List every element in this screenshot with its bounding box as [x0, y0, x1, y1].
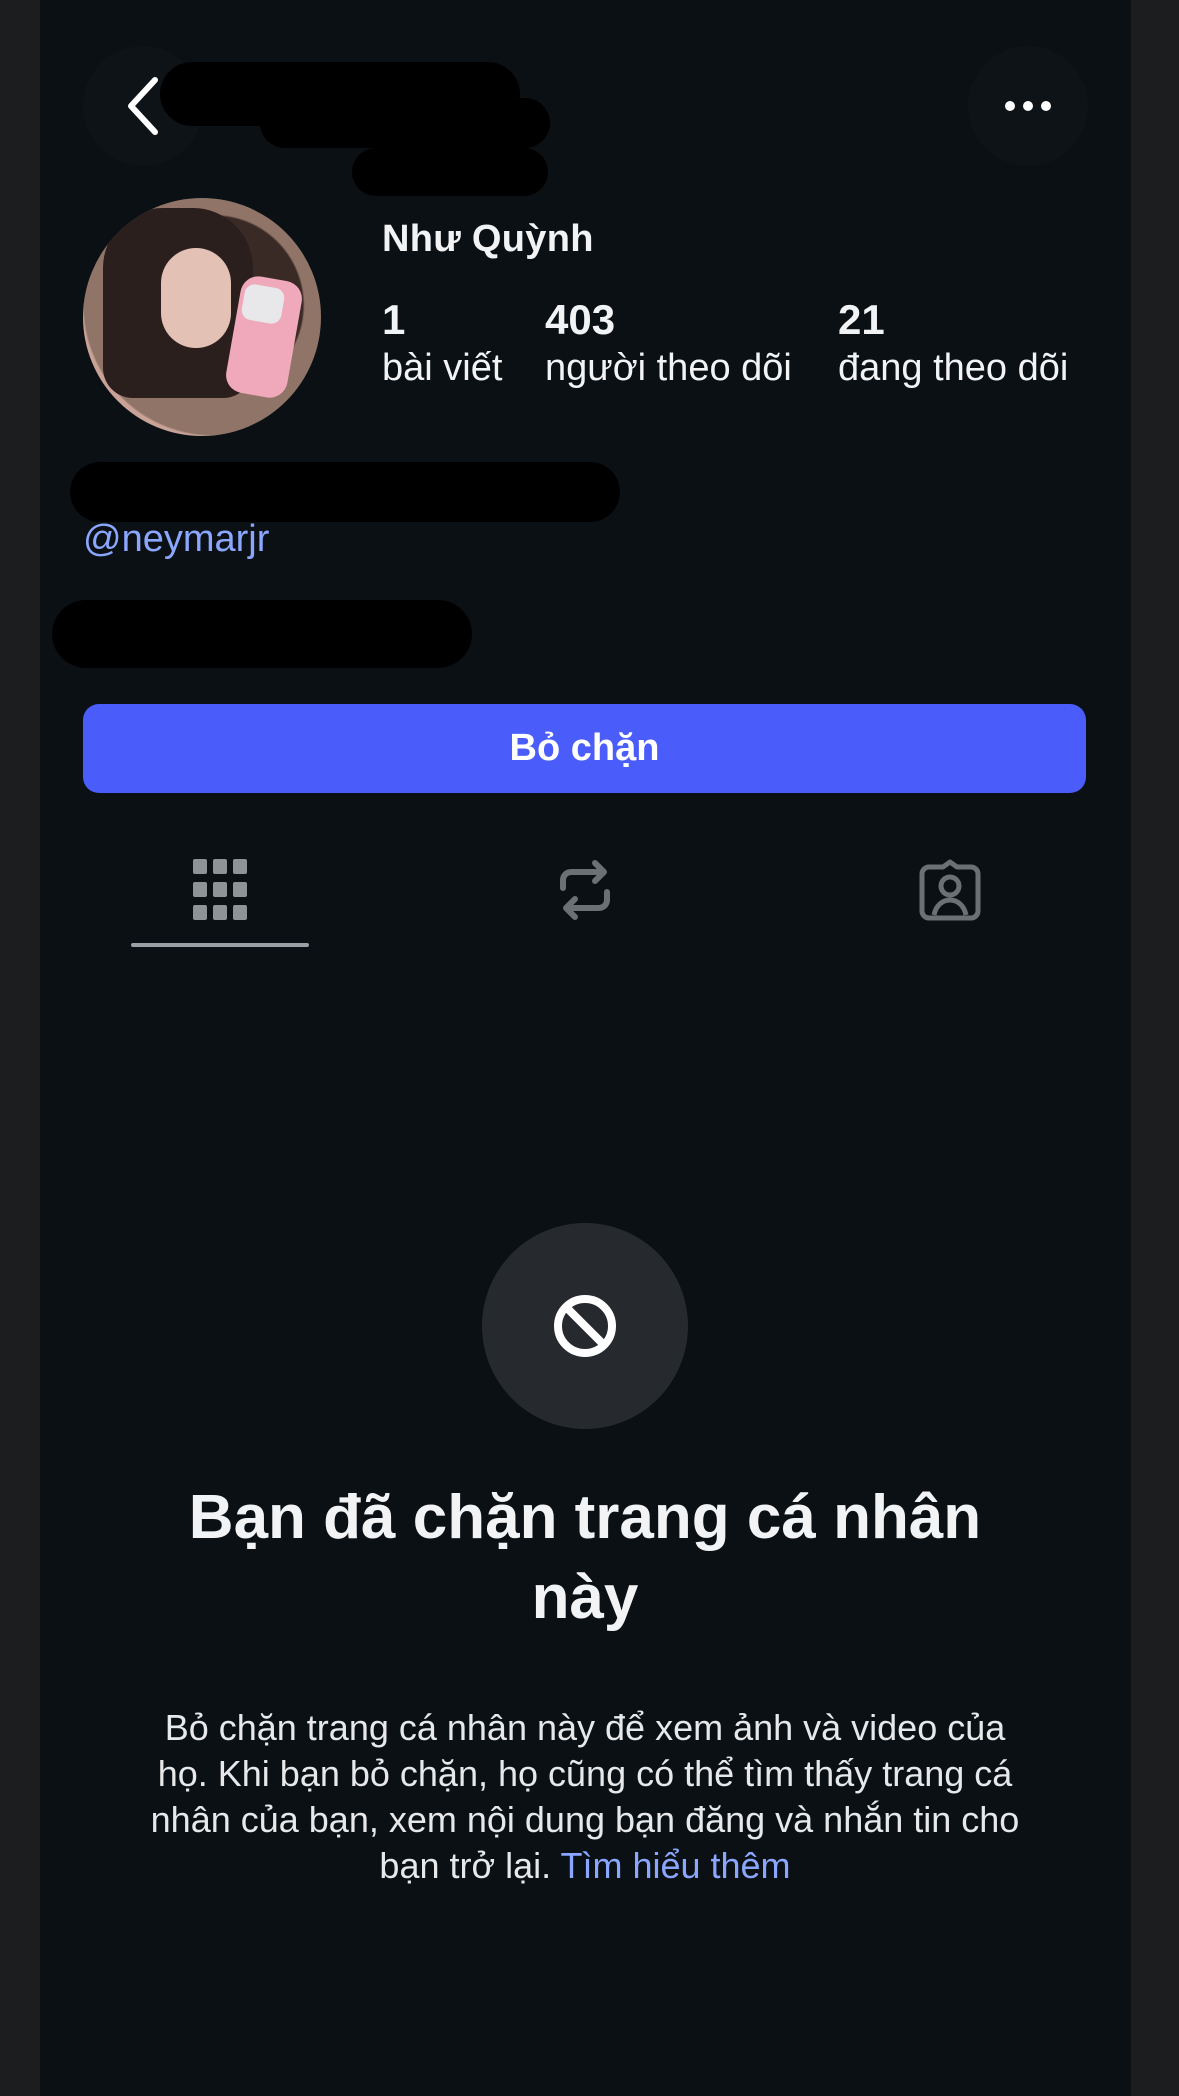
blocked-description: Bỏ chặn trang cá nhân này để xem ảnh và …: [140, 1705, 1030, 1889]
redacted-username-part: [260, 98, 550, 148]
tab-tagged[interactable]: [860, 850, 1040, 930]
stat-following-label: đang theo dõi: [838, 347, 1069, 389]
stat-posts-label: bài viết: [382, 347, 503, 389]
block-icon-circle: [482, 1223, 688, 1429]
stat-followers[interactable]: 403 người theo dõi: [545, 296, 792, 392]
stat-posts[interactable]: 1 bài viết: [382, 296, 502, 392]
profile-display-name: Như Quỳnh: [382, 218, 594, 260]
redacted-username-part: [352, 148, 548, 196]
tagged-person-icon: [919, 859, 981, 921]
chevron-left-icon: [128, 77, 158, 135]
stat-following-value: 21: [838, 296, 885, 343]
block-icon: [554, 1295, 616, 1357]
active-tab-indicator: [131, 943, 309, 947]
mention-link[interactable]: @neymarjr: [83, 518, 269, 561]
learn-more-link[interactable]: Tìm hiểu thêm: [560, 1845, 790, 1886]
grid-icon: [193, 859, 247, 920]
unblock-button[interactable]: Bỏ chặn: [83, 704, 1086, 793]
redacted-pill: [52, 600, 472, 668]
stat-followers-label: người theo dõi: [545, 347, 792, 389]
more-options-button[interactable]: [968, 46, 1088, 166]
more-horizontal-icon: [1005, 101, 1051, 111]
blocked-title: Bạn đã chặn trang cá nhân này: [188, 1483, 982, 1632]
stat-followers-value: 403: [545, 296, 616, 343]
repost-icon: [560, 860, 610, 920]
profile-screen: Như Quỳnh 1 bài viết 403 người theo dõi …: [40, 0, 1131, 2096]
tab-reposts[interactable]: [495, 850, 675, 930]
tab-posts-grid[interactable]: [130, 850, 310, 930]
stat-posts-value: 1: [382, 296, 406, 343]
avatar[interactable]: [83, 198, 321, 436]
redacted-bio: [70, 462, 620, 522]
stat-following[interactable]: 21 đang theo dõi: [838, 296, 1068, 392]
